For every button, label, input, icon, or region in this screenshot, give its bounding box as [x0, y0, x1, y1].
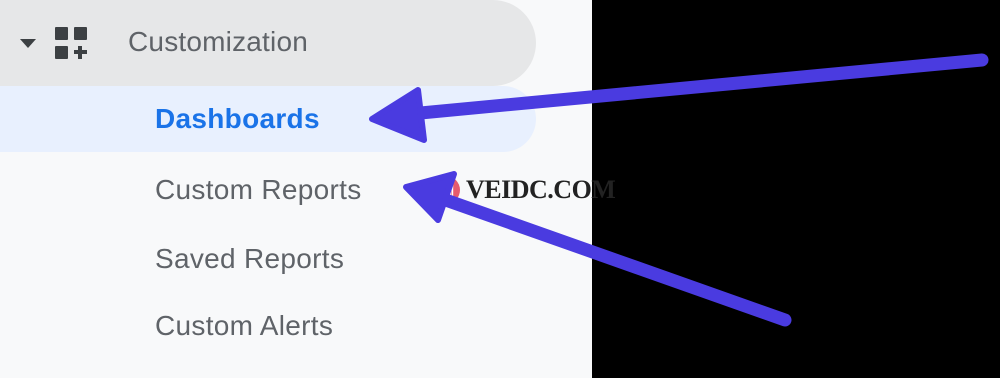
- watermark-text: VEIDC.COM: [466, 175, 616, 204]
- watermark: 测 VEIDC.COM: [432, 174, 616, 206]
- section-header-customization[interactable]: Customization: [0, 0, 536, 86]
- section-title: Customization: [128, 26, 309, 57]
- nav-item-label: Dashboards: [155, 103, 320, 134]
- nav-item-label: Custom Alerts: [155, 310, 334, 341]
- nav-item-dashboards[interactable]: Dashboards: [0, 86, 536, 152]
- nav-item-custom-alerts[interactable]: Custom Alerts: [0, 293, 536, 359]
- nav-item-label: Saved Reports: [155, 243, 345, 274]
- nav-item-label: Custom Reports: [155, 174, 362, 205]
- nav-item-saved-reports[interactable]: Saved Reports: [0, 226, 536, 292]
- watermark-badge: 测: [432, 176, 460, 204]
- caret-down-icon[interactable]: [20, 39, 36, 48]
- dashboard-add-icon: [55, 27, 89, 61]
